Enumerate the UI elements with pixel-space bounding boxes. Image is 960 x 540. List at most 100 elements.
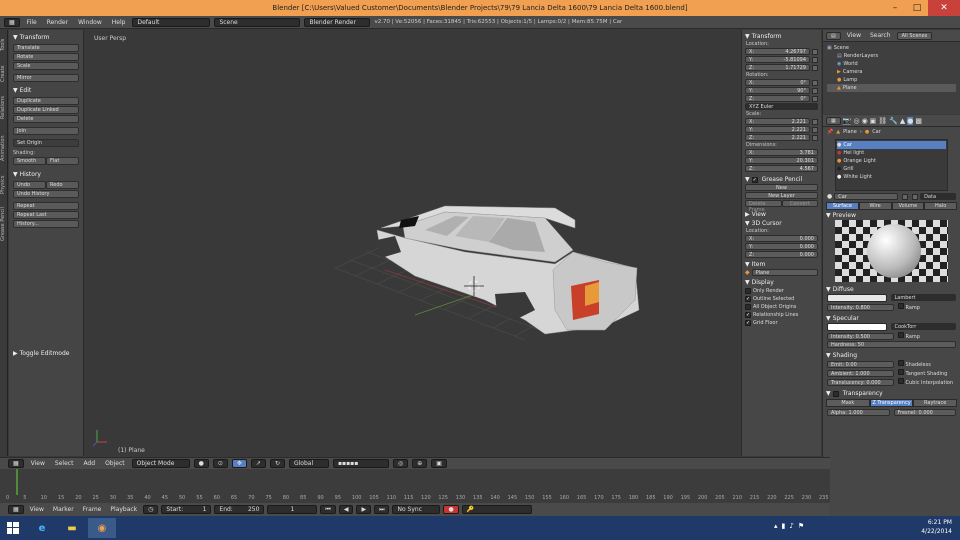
history-panel-header[interactable]: ▼ History: [9, 169, 83, 180]
tab-relations[interactable]: Relations: [0, 90, 8, 126]
outliner-row-lamp[interactable]: ● Lamp: [827, 76, 956, 84]
timeline[interactable]: 0 5 10 15 20 25 30 35 40 45 50 55 60 65 70 75 80 85 90 95 10…: [0, 469, 830, 503]
specular-shader-dropdown[interactable]: CookTorr: [890, 323, 956, 330]
lock-icon[interactable]: [812, 56, 818, 63]
transform-header[interactable]: ▼ Transform: [745, 33, 818, 40]
volume-icon[interactable]: ♪: [789, 522, 793, 530]
network-icon[interactable]: ▮: [782, 522, 786, 530]
snap-icon[interactable]: ⊕: [412, 459, 428, 468]
internet-explorer-icon[interactable]: e: [28, 518, 56, 538]
scene-dropdown[interactable]: Scene: [214, 17, 301, 27]
location-z-field[interactable]: Z: 1.71729: [745, 64, 810, 71]
location-x-field[interactable]: X: 4.26797: [745, 48, 810, 55]
menu-window[interactable]: Window: [75, 19, 105, 26]
outliner-display-dropdown[interactable]: All Scenes: [896, 31, 933, 40]
undo-history-button[interactable]: Undo History: [13, 190, 79, 198]
timeline-playback-menu[interactable]: Playback: [107, 506, 140, 513]
lock-icon[interactable]: [812, 95, 818, 102]
display-header[interactable]: ▼ Display: [745, 279, 818, 286]
cursor-z-field[interactable]: Z: 0.000: [745, 251, 818, 258]
start-frame-field[interactable]: Start: 1: [161, 505, 212, 514]
properties-type-dropdown[interactable]: ▦: [826, 116, 841, 125]
timeline-frame-menu[interactable]: Frame: [80, 506, 105, 513]
rotation-x-field[interactable]: X: 0°: [745, 79, 810, 86]
item-name-field[interactable]: Plane: [751, 269, 818, 276]
tangent-shading-checkbox[interactable]: [897, 369, 904, 375]
tab-grease-pencil[interactable]: Grease Pencil: [0, 202, 8, 246]
outliner-view-menu[interactable]: View: [844, 32, 864, 39]
redo-button[interactable]: Redo: [46, 181, 79, 189]
cursor-x-field[interactable]: X: 0.000: [745, 235, 818, 242]
editor-type-dropdown[interactable]: ▦: [4, 17, 20, 27]
outliner-row-world[interactable]: ◉ World: [827, 60, 956, 68]
texture-tab-icon[interactable]: ▩: [915, 117, 922, 125]
add-menu[interactable]: Add: [80, 460, 98, 467]
dimensions-x-field[interactable]: X: 3.781: [745, 149, 818, 156]
display-only-render[interactable]: Only Render: [745, 287, 818, 294]
outliner-row-camera[interactable]: ▶ Camera: [827, 68, 956, 76]
alpha-field[interactable]: Alpha: 1.000: [827, 409, 890, 416]
tab-animation[interactable]: Animation: [0, 128, 8, 168]
diffuse-header[interactable]: ▼ Diffuse: [826, 286, 957, 293]
scale-z-field[interactable]: Z: 2.221: [745, 134, 810, 141]
history-button[interactable]: History...: [13, 220, 79, 228]
rotate-manipulator-icon[interactable]: ↻: [269, 459, 285, 468]
editor-type-dropdown[interactable]: ▦: [8, 459, 24, 468]
rotate-button[interactable]: Rotate: [13, 53, 79, 61]
editor-type-dropdown[interactable]: ▦: [8, 505, 24, 514]
render-preview-icon[interactable]: ▣: [431, 459, 447, 468]
grid-floor-checkbox[interactable]: ✓: [745, 319, 751, 326]
scale-button[interactable]: Scale: [13, 62, 79, 70]
edit-panel-header[interactable]: ▼ Edit: [9, 85, 83, 96]
material-slot-orange-light[interactable]: ● Orange Light: [837, 157, 946, 165]
view-header[interactable]: ▶ View: [745, 211, 818, 218]
minimize-button[interactable]: –: [884, 0, 906, 16]
delete-button[interactable]: Delete: [13, 115, 79, 123]
lock-icon[interactable]: [812, 48, 818, 55]
hardness-field[interactable]: Hardness: 50: [827, 341, 956, 348]
tab-tools[interactable]: Tools: [0, 32, 8, 58]
render-tab-icon[interactable]: 📷: [843, 117, 852, 125]
transform-orientation-dropdown[interactable]: Global: [288, 459, 329, 468]
action-center-icon[interactable]: ⚑: [798, 522, 804, 530]
3d-cursor-header[interactable]: ▼ 3D Cursor: [745, 220, 818, 227]
jump-end-icon[interactable]: ⏭: [374, 505, 390, 514]
duplicate-button[interactable]: Duplicate: [13, 97, 79, 105]
set-origin-dropdown[interactable]: Set Origin: [13, 139, 79, 147]
record-icon[interactable]: ●: [443, 505, 459, 514]
taskbar-clock[interactable]: 6:21 PM 4/22/2014: [921, 518, 952, 536]
translucency-field[interactable]: Translucency: 0.000: [827, 378, 894, 386]
item-header[interactable]: ▼ Item: [745, 261, 818, 268]
close-button[interactable]: ✕: [928, 0, 960, 16]
constraints-tab-icon[interactable]: ⛓: [878, 117, 887, 125]
specular-header[interactable]: ▼ Specular: [826, 315, 957, 322]
proportional-edit-icon[interactable]: ◎: [392, 459, 409, 468]
data-tab-icon[interactable]: ▲: [900, 117, 905, 125]
link-data-dropdown[interactable]: Data: [920, 193, 956, 200]
outliner-type-dropdown[interactable]: ▤: [826, 31, 841, 40]
z-transparency-tab[interactable]: Z Transparency: [869, 399, 914, 407]
join-button[interactable]: Join: [13, 127, 79, 135]
mirror-button[interactable]: Mirror: [13, 74, 79, 82]
preview-range-icon[interactable]: ◷: [143, 505, 159, 514]
mask-tab[interactable]: Mask: [826, 399, 870, 407]
location-y-field[interactable]: Y: -5.81094: [745, 56, 810, 63]
world-tab-icon[interactable]: ◉: [862, 117, 868, 125]
diffuse-shader-dropdown[interactable]: Lambert: [890, 294, 956, 301]
convert-button[interactable]: Convert: [781, 200, 818, 207]
cursor-y-field[interactable]: Y: 0.000: [745, 243, 818, 250]
scale-x-field[interactable]: X: 2.221: [745, 118, 810, 125]
transparency-header[interactable]: ▼ Transparency: [826, 390, 957, 397]
mode-dropdown[interactable]: Object Mode: [131, 459, 190, 468]
scene-canvas[interactable]: [85, 30, 740, 456]
viewport-shading-dropdown[interactable]: ●: [193, 459, 209, 468]
transparency-checkbox[interactable]: [832, 390, 839, 397]
current-frame-field[interactable]: 1: [267, 505, 318, 514]
diffuse-intensity-field[interactable]: Intensity: 0.800: [827, 303, 894, 311]
layout-dropdown[interactable]: Default: [132, 17, 211, 27]
flat-button[interactable]: Flat: [46, 157, 79, 165]
relationship-lines-checkbox[interactable]: ✓: [745, 311, 751, 318]
end-frame-field[interactable]: End: 250: [214, 505, 265, 514]
tab-physics[interactable]: Physics: [0, 170, 8, 200]
ambient-field[interactable]: Ambient: 1.000: [827, 369, 894, 377]
